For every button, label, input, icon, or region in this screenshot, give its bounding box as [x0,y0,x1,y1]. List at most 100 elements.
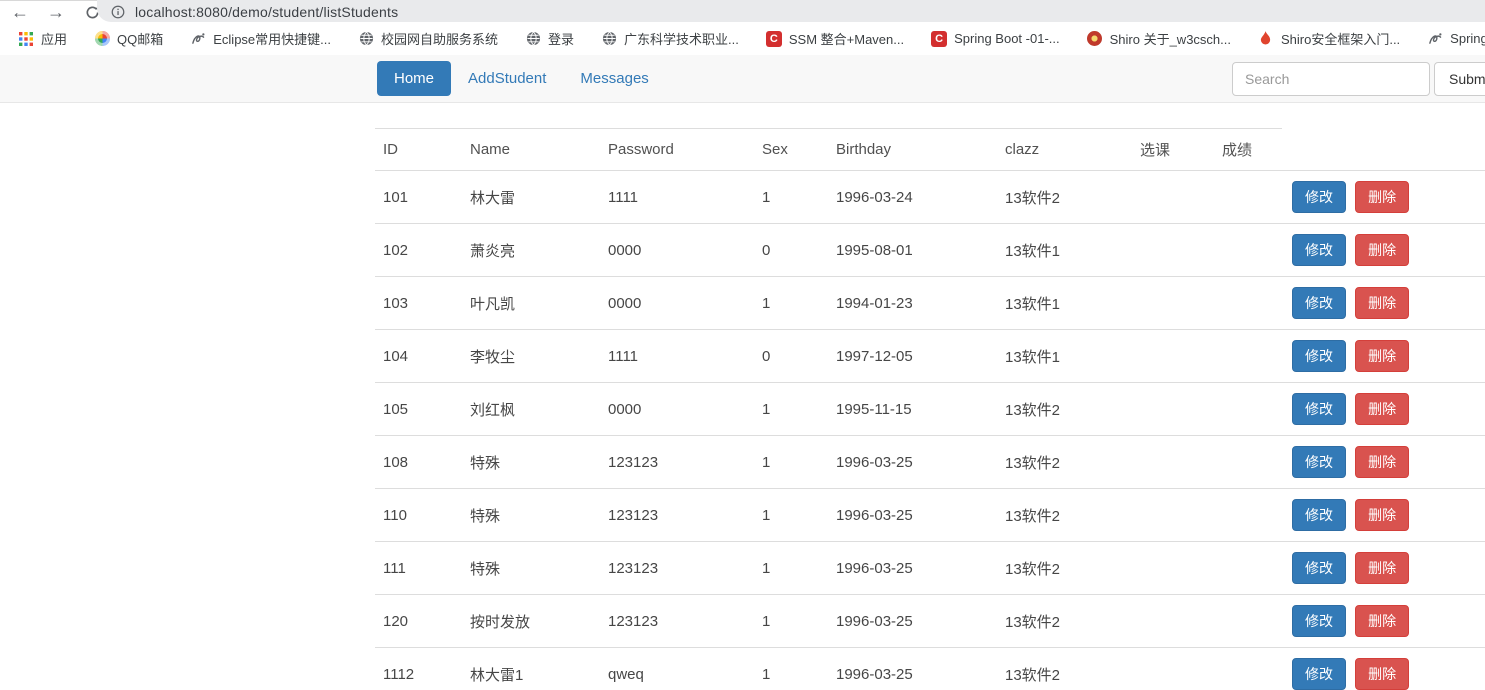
bookmark-item[interactable]: 广东科学技术职业... [592,26,748,51]
edit-button[interactable]: 修改 [1292,287,1346,319]
apps-grid-icon [18,31,34,47]
cell-course [1132,277,1214,330]
table-header-row: ID Name Password Sex Birthday clazz 选课 成… [375,129,1485,171]
forward-icon[interactable]: → [46,2,66,22]
delete-button[interactable]: 删除 [1355,393,1409,425]
apps-label: 应用 [41,29,67,48]
bookmark-item[interactable]: 登录 [516,26,583,51]
delete-button[interactable]: 删除 [1355,340,1409,372]
cell-id: 104 [375,330,462,383]
bookmark-item[interactable]: Springmvc+Myba... [1418,28,1485,50]
table-row: 103 叶凡凯 0000 1 1994-01-23 13软件1 修改 删除 [375,277,1485,330]
cell-birthday: 1995-11-15 [828,383,997,436]
globe-icon [525,31,541,47]
cell-name: 按时发放 [462,595,600,648]
bookmark-item[interactable]: C SSM 整合+Maven... [757,26,913,51]
bookmark-item[interactable]: Shiro 关于_w3csch... [1078,26,1240,51]
back-icon[interactable]: ← [10,2,30,22]
cell-sex: 1 [754,383,828,436]
edit-button[interactable]: 修改 [1292,393,1346,425]
bookmark-item[interactable]: 校园网自助服务系统 [349,26,507,51]
col-header-clazz: clazz [997,129,1132,171]
edit-button[interactable]: 修改 [1292,605,1346,637]
cell-name: 叶凡凯 [462,277,600,330]
cell-password: 123123 [600,489,754,542]
delete-button[interactable]: 删除 [1355,234,1409,266]
edit-button[interactable]: 修改 [1292,658,1346,690]
delete-button[interactable]: 删除 [1355,181,1409,213]
cell-password: 1111 [600,330,754,383]
delete-button[interactable]: 删除 [1355,658,1409,690]
cell-course [1132,595,1214,648]
cell-birthday: 1996-03-25 [828,542,997,595]
cell-actions: 修改 删除 [1282,648,1485,690]
cell-actions: 修改 删除 [1282,436,1485,489]
col-header-password: Password [600,129,754,171]
cell-score [1214,383,1282,436]
cell-password: 123123 [600,595,754,648]
cell-clazz: 13软件2 [997,542,1132,595]
bookmark-item[interactable]: Shiro安全框架入门... [1249,26,1409,51]
cell-clazz: 13软件2 [997,595,1132,648]
cell-id: 110 [375,489,462,542]
cell-actions: 修改 删除 [1282,489,1485,542]
delete-button[interactable]: 删除 [1355,605,1409,637]
cell-id: 108 [375,436,462,489]
table-row: 110 特殊 123123 1 1996-03-25 13软件2 修改 删除 [375,489,1485,542]
cell-id: 1112 [375,648,462,690]
browser-toolbar: ← → localhost:8080/demo/student/listStud… [0,0,1485,22]
globe-icon [601,31,617,47]
col-header-score: 成绩 [1214,129,1282,171]
table-row: 108 特殊 123123 1 1996-03-25 13软件2 修改 删除 [375,436,1485,489]
tab-home[interactable]: Home [377,61,451,96]
edit-button[interactable]: 修改 [1292,181,1346,213]
cell-actions: 修改 删除 [1282,224,1485,277]
cell-score [1214,436,1282,489]
edit-button[interactable]: 修改 [1292,499,1346,531]
bookmark-item[interactable]: Eclipse常用快捷键... [181,26,340,51]
address-bar[interactable]: localhost:8080/demo/student/listStudents [97,0,1485,22]
delete-button[interactable]: 删除 [1355,499,1409,531]
cell-birthday: 1996-03-24 [828,171,997,224]
tab-messages[interactable]: Messages [563,60,665,97]
col-header-course: 选课 [1132,129,1214,171]
flower-icon [1087,31,1103,47]
cell-score [1214,648,1282,690]
cell-sex: 1 [754,542,828,595]
edit-button[interactable]: 修改 [1292,340,1346,372]
edit-button[interactable]: 修改 [1292,446,1346,478]
submit-button[interactable]: Submit [1434,62,1485,96]
delete-button[interactable]: 删除 [1355,287,1409,319]
globe-icon [358,31,374,47]
cell-score [1214,489,1282,542]
cell-clazz: 13软件1 [997,224,1132,277]
bookmark-item[interactable]: QQ邮箱 [85,26,172,51]
cell-sex: 1 [754,171,828,224]
cell-score [1214,595,1282,648]
cell-course [1132,330,1214,383]
delete-button[interactable]: 删除 [1355,446,1409,478]
cell-course [1132,436,1214,489]
main-content: ID Name Password Sex Birthday clazz 选课 成… [0,128,1485,690]
col-header-id: ID [375,129,462,171]
url-text: localhost:8080/demo/student/listStudents [135,4,398,20]
table-row: 102 萧炎亮 0000 0 1995-08-01 13软件1 修改 删除 [375,224,1485,277]
search-input[interactable] [1232,62,1430,96]
cell-name: 李牧尘 [462,330,600,383]
cell-password: 123123 [600,542,754,595]
cell-name: 刘红枫 [462,383,600,436]
edit-button[interactable]: 修改 [1292,234,1346,266]
cell-birthday: 1996-03-25 [828,648,997,690]
apps-button[interactable]: 应用 [9,26,76,51]
cell-birthday: 1995-08-01 [828,224,997,277]
bookmark-item[interactable]: C Spring Boot -01-... [922,28,1069,50]
tab-addstudent[interactable]: AddStudent [451,60,563,97]
delete-button[interactable]: 删除 [1355,552,1409,584]
cell-name: 特殊 [462,542,600,595]
cell-birthday: 1997-12-05 [828,330,997,383]
page-info-icon[interactable] [111,5,125,19]
cell-id: 103 [375,277,462,330]
cell-clazz: 13软件1 [997,330,1132,383]
edit-button[interactable]: 修改 [1292,552,1346,584]
cell-name: 萧炎亮 [462,224,600,277]
